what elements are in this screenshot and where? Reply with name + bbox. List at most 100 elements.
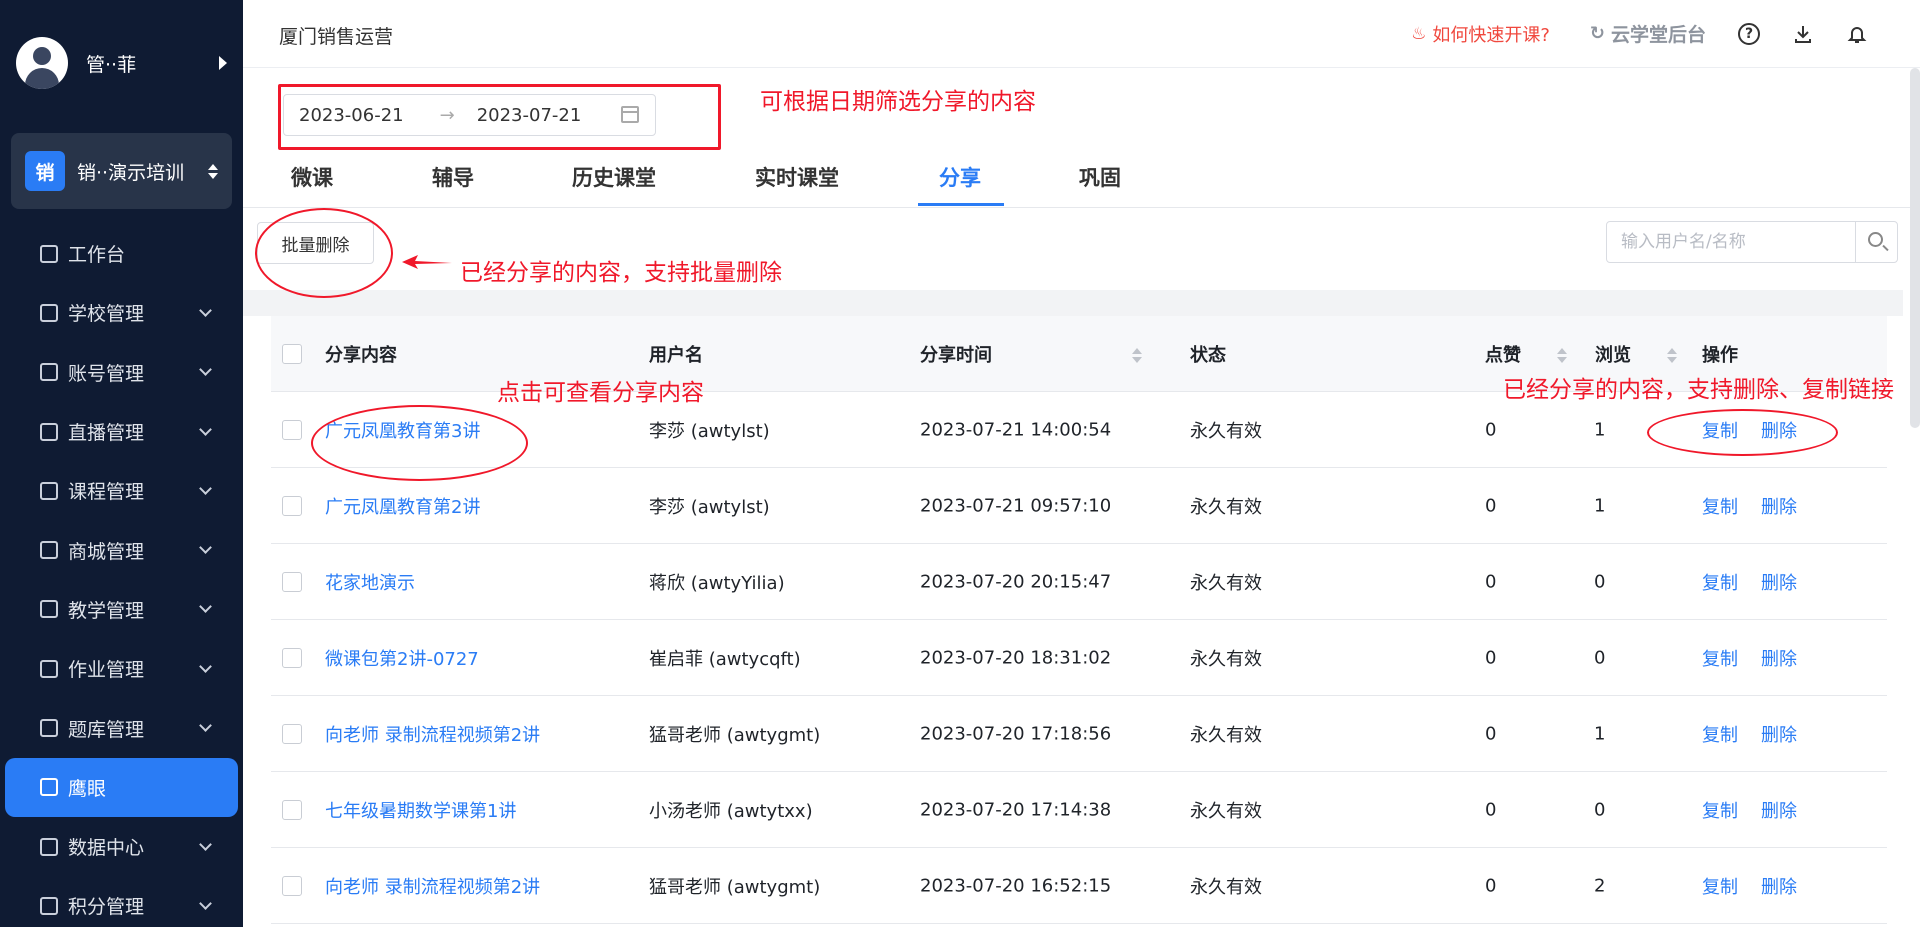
user-name-cell: 李莎 (awtylst) [649, 420, 770, 442]
content-divider [243, 290, 1903, 316]
sidebar-item-9[interactable]: 鹰眼 [5, 757, 238, 817]
delete-link[interactable]: 删除 [1761, 797, 1797, 823]
annotation-actions-text: 已经分享的内容，支持删除、复制链接 [1503, 377, 1894, 403]
scrollbar[interactable] [1910, 68, 1920, 428]
copy-link[interactable]: 复制 [1702, 569, 1738, 595]
user-name-cell: 猛哥老师 (awtygmt) [649, 876, 821, 898]
chevron-down-icon[interactable] [199, 363, 212, 377]
search-icon [1868, 232, 1883, 247]
select-all-checkbox[interactable] [282, 343, 302, 364]
sidebar-item-label: 积分管理 [68, 896, 145, 919]
delete-link[interactable]: 删除 [1761, 569, 1797, 595]
user-name: 管··菲 [86, 53, 137, 76]
search-button[interactable] [1855, 222, 1897, 262]
sort-icon[interactable] [1557, 348, 1567, 363]
sidebar-item-label: 课程管理 [68, 481, 145, 504]
user-name-cell: 李莎 (awtylst) [649, 496, 770, 518]
annotation-date-text: 可根据日期筛选分享的内容 [760, 89, 1036, 115]
search-input[interactable] [1607, 222, 1855, 262]
share-content-link[interactable]: 广元凤凰教育第2讲 [325, 493, 480, 519]
sidebar-item-0[interactable]: 工作台 [0, 224, 243, 283]
help-icon[interactable]: ? [1738, 22, 1760, 45]
fire-icon: ♨ [1411, 23, 1427, 44]
delete-link[interactable]: 删除 [1761, 873, 1797, 899]
org-switcher[interactable]: 销 销··演示培训 [11, 133, 232, 209]
share-content-link[interactable]: 七年级暑期数学课第1讲 [325, 797, 516, 823]
sidebar-item-4[interactable]: 课程管理 [0, 461, 243, 520]
tab-bar: 微课 辅导 历史课堂 实时课堂 分享 巩固 [243, 150, 1920, 208]
active-tab-indicator [918, 203, 1004, 206]
row-checkbox[interactable] [282, 875, 302, 896]
copy-link[interactable]: 复制 [1702, 873, 1738, 899]
question-bank-icon [40, 719, 58, 738]
row-checkbox[interactable] [282, 647, 302, 668]
cloud-admin-link[interactable]: ↻ 云学堂后台 [1590, 20, 1706, 47]
chevron-down-icon[interactable] [199, 600, 212, 614]
tab-share[interactable]: 分享 [939, 162, 981, 192]
chevron-down-icon[interactable] [199, 897, 212, 910]
bell-icon[interactable] [1846, 23, 1868, 45]
header-time[interactable]: 分享时间 [920, 341, 1142, 367]
share-content-link[interactable]: 微课包第2讲-0727 [325, 645, 479, 671]
annotation-content-ellipse [311, 405, 528, 481]
header-views[interactable]: 浏览 [1595, 341, 1677, 367]
cloud-admin-label: 云学堂后台 [1610, 24, 1706, 46]
copy-link[interactable]: 复制 [1702, 721, 1738, 747]
sidebar-item-5[interactable]: 商城管理 [0, 520, 243, 579]
tab-history-class[interactable]: 历史课堂 [572, 162, 656, 192]
row-checkbox[interactable] [282, 495, 302, 516]
user-name-cell: 猛哥老师 (awtygmt) [649, 724, 821, 746]
tab-micro-course[interactable]: 微课 [291, 162, 333, 192]
tab-consolidate[interactable]: 巩固 [1079, 162, 1121, 192]
copy-link[interactable]: 复制 [1702, 493, 1738, 519]
quick-start-link[interactable]: ♨ 如何快速开课? [1411, 21, 1550, 47]
header-actions: 操作 [1702, 344, 1738, 366]
views-cell: 0 [1594, 571, 1606, 592]
row-checkbox[interactable] [282, 723, 302, 744]
copy-link[interactable]: 复制 [1702, 645, 1738, 671]
sidebar-item-3[interactable]: 直播管理 [0, 402, 243, 461]
row-checkbox[interactable] [282, 799, 302, 820]
chevron-down-icon[interactable] [199, 422, 212, 436]
sidebar-item-6[interactable]: 教学管理 [0, 580, 243, 639]
star-icon [40, 896, 58, 915]
sidebar-item-1[interactable]: 学校管理 [0, 283, 243, 342]
tab-live-class[interactable]: 实时课堂 [755, 162, 839, 192]
copy-link[interactable]: 复制 [1702, 797, 1738, 823]
delete-link[interactable]: 删除 [1761, 721, 1797, 747]
status-cell: 永久有效 [1190, 876, 1262, 898]
chevron-down-icon[interactable] [199, 837, 212, 851]
sidebar-item-label: 学校管理 [68, 303, 145, 326]
delete-link[interactable]: 删除 [1761, 493, 1797, 519]
chevron-down-icon[interactable] [199, 481, 212, 495]
sidebar-item-10[interactable]: 数据中心 [0, 817, 243, 876]
likes-cell: 0 [1485, 799, 1497, 820]
caret-right-icon[interactable] [219, 56, 227, 70]
download-icon[interactable] [1792, 23, 1814, 45]
share-time-cell: 2023-07-21 14:00:54 [920, 419, 1112, 440]
tab-tutoring[interactable]: 辅导 [432, 162, 474, 192]
share-content-link[interactable]: 向老师 录制流程视频第2讲 [325, 721, 540, 747]
sort-icon[interactable] [1132, 348, 1142, 363]
share-content-link[interactable]: 向老师 录制流程视频第2讲 [325, 873, 540, 899]
chevron-down-icon[interactable] [199, 304, 212, 317]
org-name: 销··演示培训 [77, 161, 185, 184]
sidebar-item-2[interactable]: 账号管理 [0, 343, 243, 402]
sidebar-item-7[interactable]: 作业管理 [0, 639, 243, 698]
app-title: 厦门销售运营 [279, 26, 394, 48]
row-checkbox[interactable] [282, 571, 302, 592]
chevron-down-icon[interactable] [199, 719, 212, 732]
delete-link[interactable]: 删除 [1761, 645, 1797, 671]
user-name-cell: 崔启菲 (awtycqft) [649, 648, 801, 670]
chevron-down-icon[interactable] [199, 659, 212, 673]
header-likes[interactable]: 点赞 [1485, 341, 1567, 367]
share-time-cell: 2023-07-20 17:14:38 [920, 799, 1112, 820]
sort-icon[interactable] [1667, 348, 1677, 363]
row-checkbox[interactable] [282, 419, 302, 440]
share-content-link[interactable]: 花家地演示 [325, 569, 415, 595]
user-profile[interactable]: 管··菲 [16, 36, 231, 90]
header-user: 用户名 [649, 344, 703, 366]
chevron-down-icon[interactable] [199, 541, 212, 554]
likes-cell: 0 [1485, 419, 1497, 440]
sidebar-item-8[interactable]: 题库管理 [0, 698, 243, 757]
